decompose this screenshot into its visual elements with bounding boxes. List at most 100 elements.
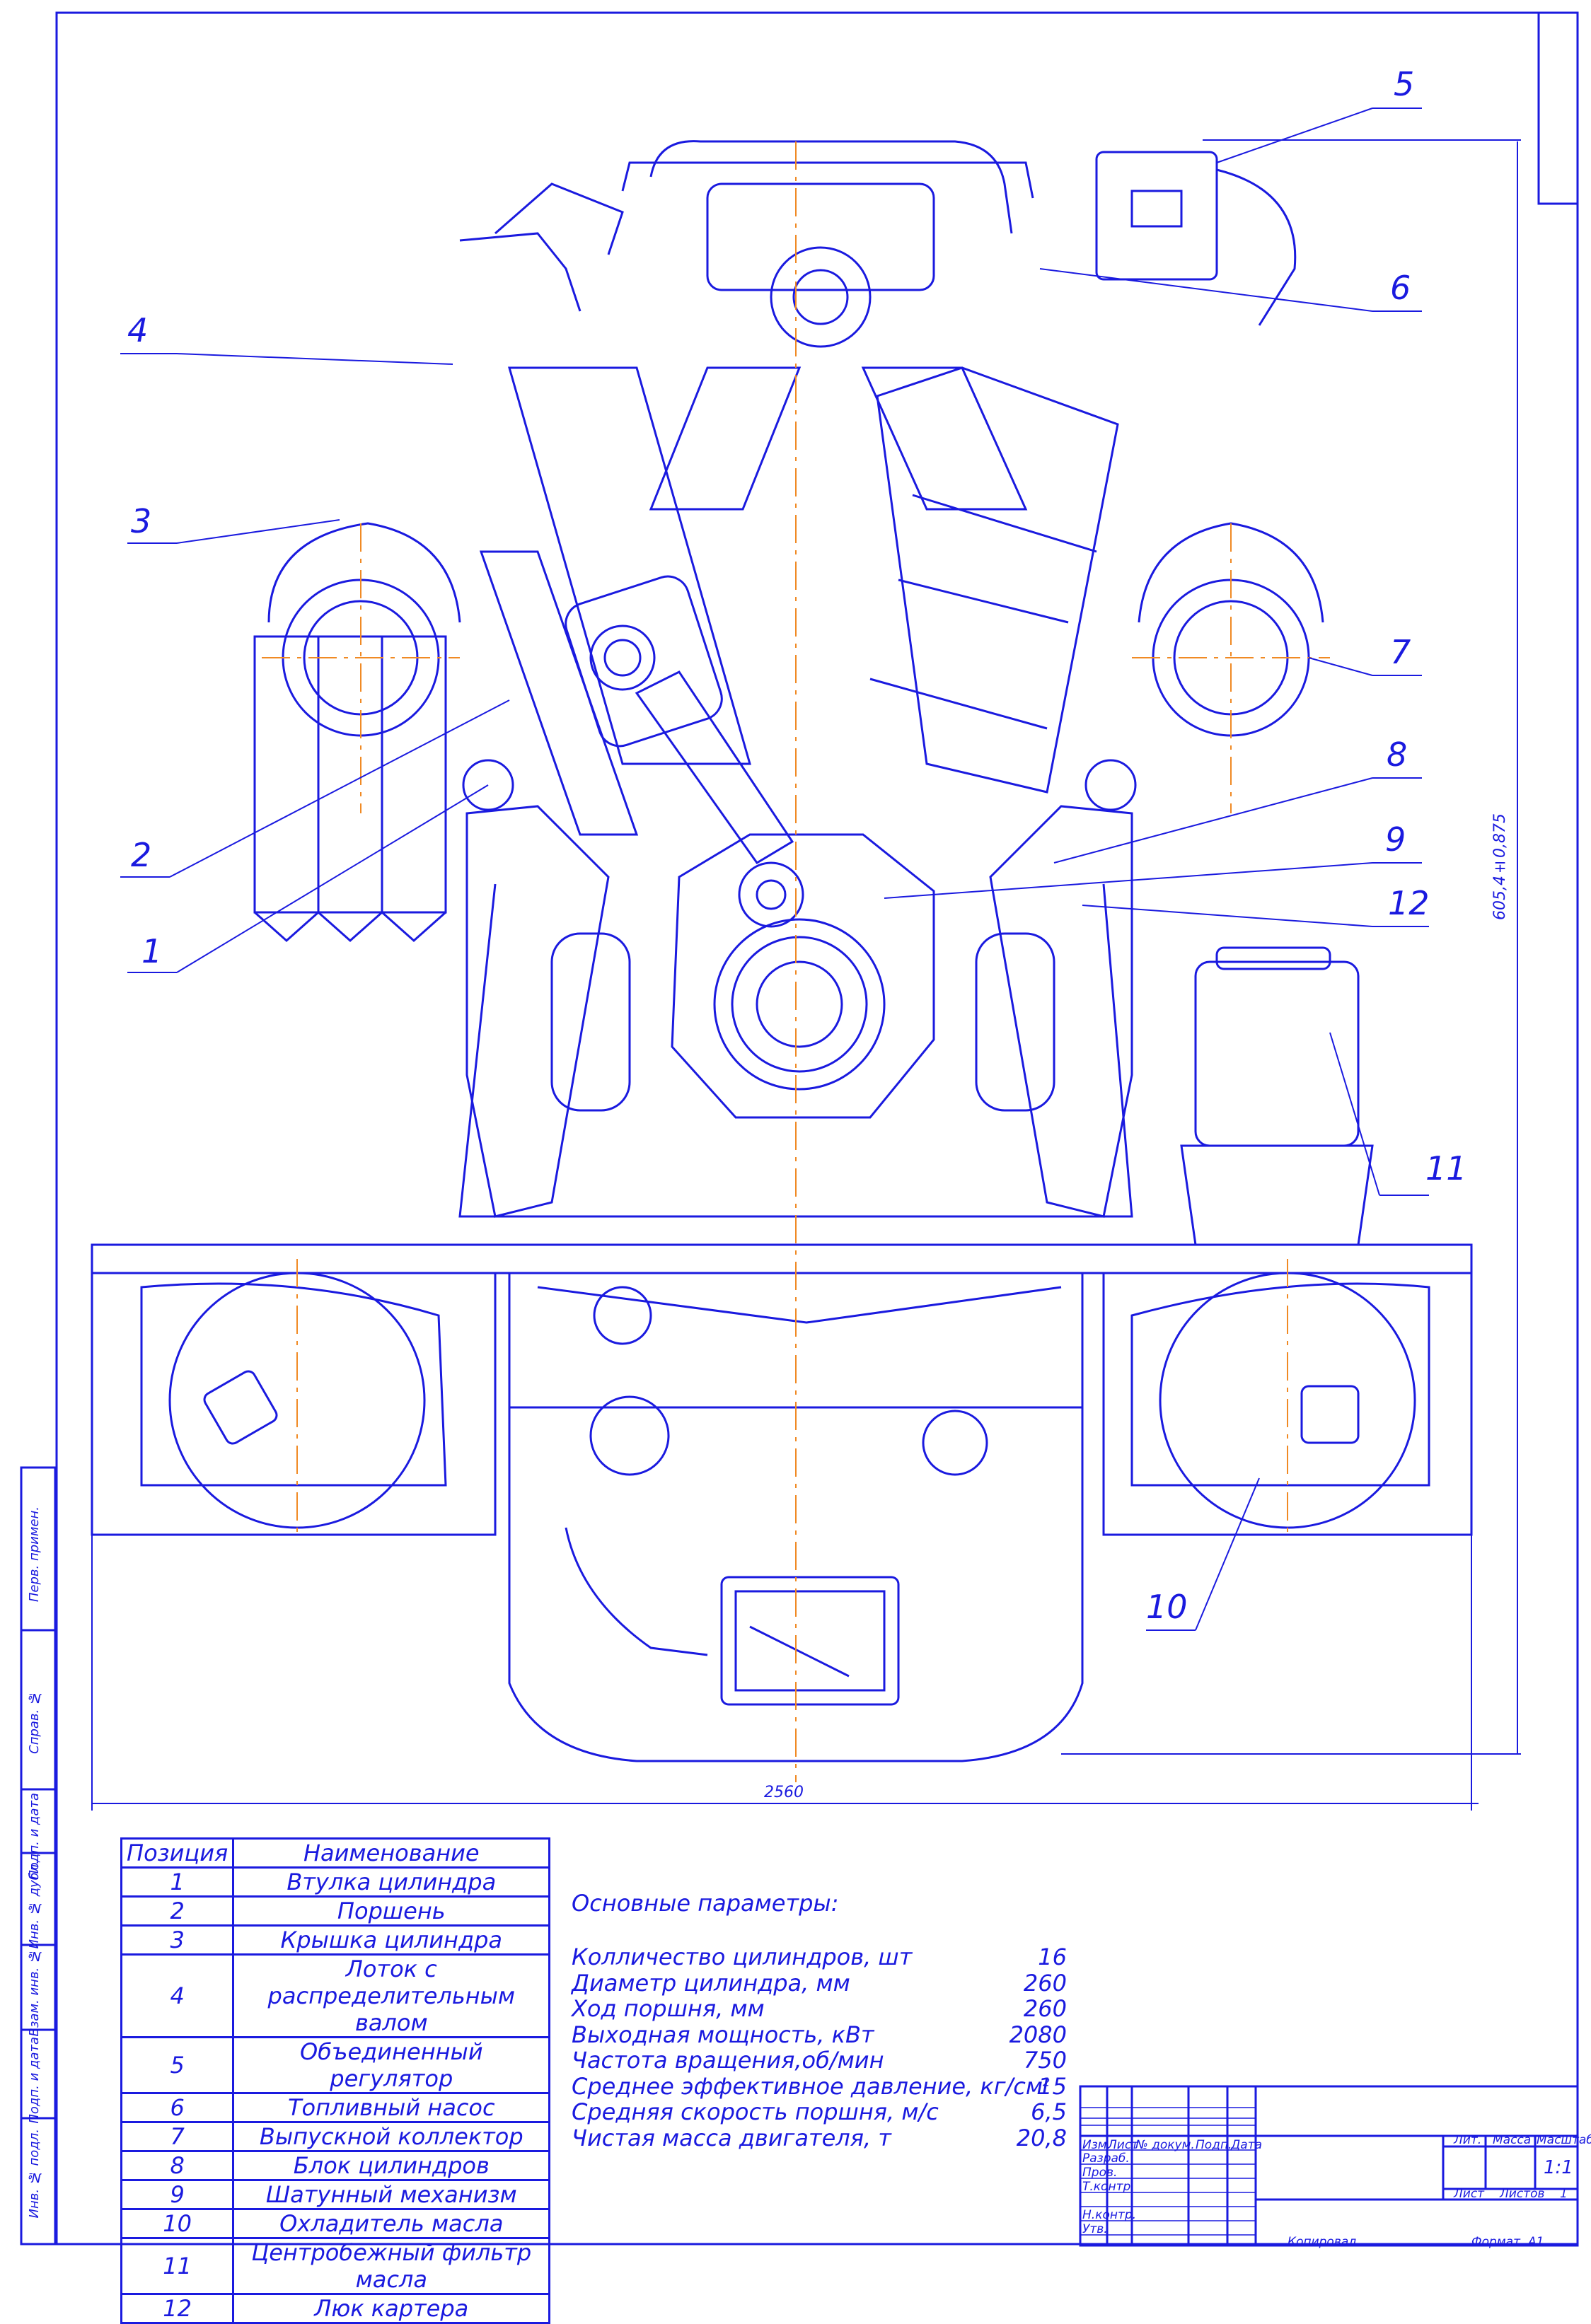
callout-4: 4 (127, 311, 149, 349)
stamp-inv-podl: Инв. № подл. (27, 2129, 42, 2219)
tb-listov-value: 1 (1560, 2187, 1568, 2201)
parameter-row: Частота вращения,об/мин 750 (572, 2047, 1067, 2074)
parameter-row: Средняя скорость поршня, м/с 6,5 (572, 2098, 1067, 2125)
parameter-value: 6,5 (1031, 2098, 1067, 2125)
parameter-label: Чистая масса двигателя, т (572, 2124, 891, 2151)
row-pos: 11 (120, 2237, 235, 2295)
tb-prov: Пров. (1082, 2166, 1118, 2180)
row-name: Крышка цилиндра (232, 1924, 551, 1956)
header-position: Позиция (120, 1837, 235, 1869)
table-row: 8 Блок цилиндров (120, 2150, 551, 2181)
callout-3: 3 (131, 502, 152, 540)
tb-list: Лист (1108, 2138, 1139, 2152)
callout-7: 7 (1390, 633, 1411, 671)
tb-masshtab: Масштаб (1537, 2133, 1591, 2147)
table-row: 12 Люк картера (120, 2293, 551, 2324)
parameter-label: Диаметр цилиндра, мм (572, 1969, 850, 1997)
tb-listov-label: Листов (1500, 2187, 1545, 2201)
stamp-inv-dubl: Инв. № дубл. (27, 1860, 42, 1949)
parameter-row: Среднее эффективное давление, кг/см2 15 (572, 2072, 1067, 2100)
row-pos: 12 (120, 2293, 235, 2324)
callout-10: 10 (1146, 1588, 1188, 1626)
table-row: 10 Охладитель масла (120, 2208, 551, 2239)
tb-utv: Утв. (1082, 2222, 1108, 2236)
row-pos: 7 (120, 2121, 235, 2152)
parameter-row: Колличество цилиндров, шт 16 (572, 1944, 1067, 1970)
parameter-label: Частота вращения,об/мин (572, 2047, 884, 2074)
tb-scale-value: 1:1 (1544, 2157, 1573, 2178)
stamp-sprav-no: Справ. № (27, 1690, 42, 1754)
parameter-value: 20,8 (1016, 2124, 1067, 2151)
tb-doc: № докум. (1135, 2138, 1195, 2152)
parameter-value: 750 (1023, 2047, 1067, 2074)
callout-5: 5 (1394, 65, 1415, 103)
callout-8: 8 (1387, 736, 1408, 774)
row-name: Охладитель масла (232, 2208, 551, 2239)
table-row: 9 Шатунный механизм (120, 2179, 551, 2210)
row-pos: 6 (120, 2092, 235, 2123)
row-name: Шатунный механизм (232, 2179, 551, 2210)
parameter-value: 16 (1038, 1944, 1067, 1970)
row-pos: 10 (120, 2208, 235, 2239)
parameter-label: Среднее эффективное давление, кг/см (572, 2072, 1043, 2100)
table-row: 1 Втулка цилиндра (120, 1866, 551, 1898)
tb-list-label: Лист (1454, 2187, 1485, 2201)
row-pos: 1 (120, 1866, 235, 1898)
tb-kopiroval: Копировал (1288, 2235, 1357, 2249)
parameter-label: Колличество цилиндров, шт (572, 1944, 913, 1970)
callout-12: 12 (1388, 884, 1430, 922)
row-name: Топливный насос (232, 2092, 551, 2123)
parameter-value: 260 (1023, 1969, 1067, 1997)
stamp-podp-data-2: Подп. и дата (27, 2037, 42, 2124)
stamp-perv-primen: Перв. примен. (27, 1506, 42, 1603)
row-name: Лоток с распределительным валом (232, 1953, 551, 2038)
tb-razrab: Разраб. (1082, 2151, 1130, 2166)
callout-1: 1 (141, 932, 163, 970)
tb-format-value: A1 (1528, 2235, 1544, 2249)
parameter-value: 15 (1038, 2072, 1067, 2100)
parameter-label: Средняя скорость поршня, м/с (572, 2098, 939, 2125)
row-name: Блок цилиндров (232, 2150, 551, 2181)
callout-6: 6 (1390, 269, 1411, 307)
row-pos: 2 (120, 1895, 235, 1927)
table-row: 4 Лоток с распределительным валом (120, 1953, 551, 2038)
tb-massa: Масса (1493, 2133, 1532, 2147)
tb-podp: Подп. (1196, 2138, 1232, 2152)
table-row: 3 Крышка цилиндра (120, 1924, 551, 1956)
dimension-horizontal-label: 2560 (764, 1784, 804, 1801)
callout-2: 2 (131, 836, 152, 874)
row-pos: 5 (120, 2036, 235, 2094)
row-name: Выпускной коллектор (232, 2121, 551, 2152)
table-row: 11 Центробежный фильтр масла (120, 2237, 551, 2295)
table-header: Позиция Наименование (120, 1837, 551, 1869)
parameter-row: Выходная мощность, кВт 2080 (572, 2021, 1067, 2048)
row-pos: 4 (120, 1953, 235, 2038)
parameter-value: 260 (1023, 1995, 1067, 2022)
parameter-label: Выходная мощность, кВт (572, 2021, 874, 2048)
row-name: Втулка цилиндра (232, 1866, 551, 1898)
table-row: 2 Поршень (120, 1895, 551, 1927)
parameters-title: Основные параметры: (572, 1890, 839, 1917)
tb-data: Дата (1231, 2138, 1263, 2152)
parameter-row: Диаметр цилиндра, мм 260 (572, 1969, 1067, 1997)
parameter-row: Ход поршня, мм 260 (572, 1995, 1067, 2022)
stamp-vzam-inv: Взам. инв. № (27, 1948, 42, 2037)
dimension-vertical-label: 605,4±0,875 (1491, 813, 1509, 920)
table-row: 6 Топливный насос (120, 2092, 551, 2123)
parameter-value: 2080 (1009, 2021, 1067, 2048)
row-pos: 8 (120, 2150, 235, 2181)
table-row: 5 Объединенный регулятор (120, 2036, 551, 2094)
callout-11: 11 (1425, 1149, 1467, 1187)
parameters-list: Колличество цилиндров, шт 16 Диаметр цили… (572, 1944, 1067, 2151)
table-row: 7 Выпускной коллектор (120, 2121, 551, 2152)
tb-lit: Лит. (1454, 2133, 1482, 2147)
row-name: Центробежный фильтр масла (232, 2237, 551, 2295)
row-name: Люк картера (232, 2293, 551, 2324)
row-name: Объединенный регулятор (232, 2036, 551, 2094)
tb-izm: Изм. (1082, 2138, 1111, 2152)
corner-box (1537, 11, 1579, 205)
parameter-row: Чистая масса двигателя, т 20,8 (572, 2125, 1067, 2151)
header-name: Наименование (232, 1837, 551, 1869)
row-pos: 9 (120, 2179, 235, 2210)
tb-nkontr: Н.контр. (1082, 2208, 1137, 2222)
